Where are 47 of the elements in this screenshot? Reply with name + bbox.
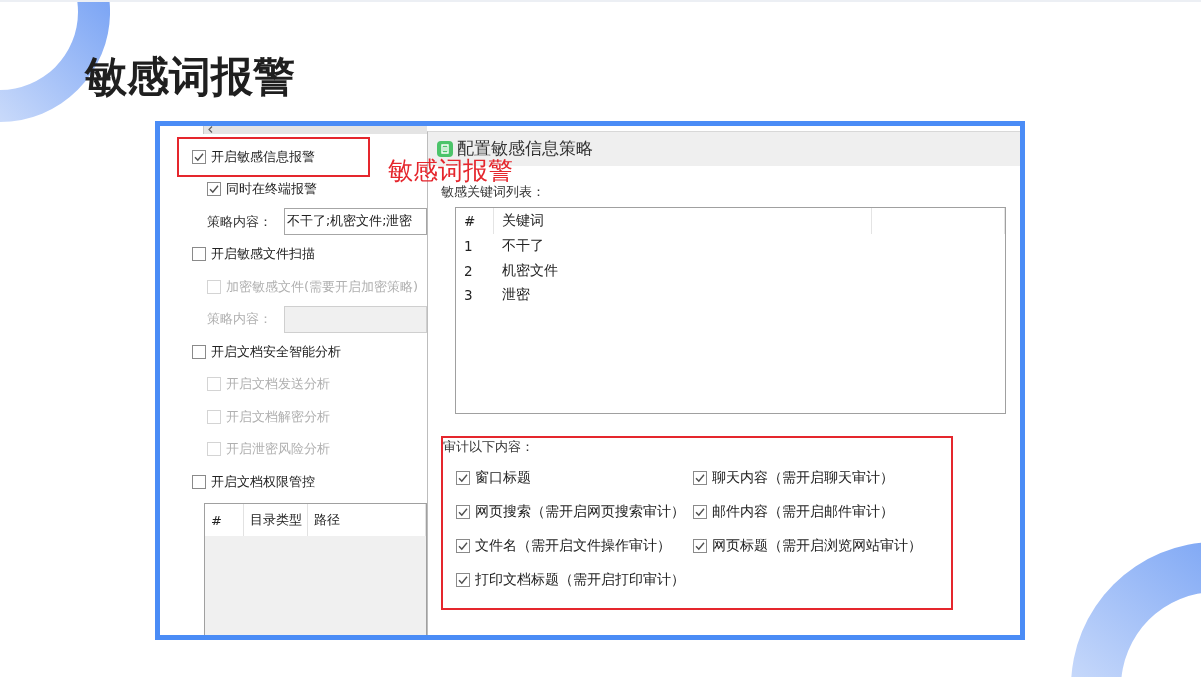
checkbox[interactable] <box>456 505 470 519</box>
checkbox[interactable] <box>192 149 206 164</box>
page-title: 敏感词报警 <box>85 52 295 102</box>
checkbox-label: 开启文档安全智能分析 <box>211 342 341 361</box>
table-cell-text: 不干了 <box>501 236 545 256</box>
column-header[interactable]: 关键词 <box>494 208 872 234</box>
checkbox-label: 邮件内容（需开启邮件审计） <box>712 503 894 521</box>
scrollbar[interactable] <box>203 126 427 134</box>
section-label: 审计以下内容： <box>443 439 534 455</box>
table-cell-text: 2 <box>463 261 474 281</box>
checkbox[interactable] <box>693 471 707 485</box>
checkbox[interactable] <box>693 539 707 553</box>
checkbox[interactable] <box>456 573 470 587</box>
checkbox[interactable] <box>456 539 470 553</box>
section-label: 敏感关键词列表： <box>441 184 545 200</box>
checkbox[interactable] <box>456 471 470 485</box>
checkbox-label: 加密敏感文件(需要开启加密策略) <box>226 277 419 296</box>
checkbox-label: 开启文档发送分析 <box>226 375 330 394</box>
table-cell-text: 1 <box>463 237 474 257</box>
checkbox-label: 开启文档权限管控 <box>211 472 315 491</box>
checkbox-label: 开启敏感文件扫描 <box>211 245 315 264</box>
arrow-left-icon[interactable] <box>208 126 213 134</box>
checkbox-label: 开启文档解密分析 <box>226 407 330 426</box>
checkbox-label: 网页搜索（需开启网页搜索审计） <box>475 503 685 521</box>
checkbox[interactable] <box>693 505 707 519</box>
field-label: 策略内容： <box>207 310 273 329</box>
column-header[interactable]: # <box>456 208 494 234</box>
dialog-title: 配置敏感信息策略 <box>457 140 593 158</box>
table-cell-text: 泄密 <box>501 285 531 305</box>
table-cell-text: 机密文件 <box>501 260 559 280</box>
checkbox[interactable] <box>207 182 221 197</box>
checkbox-label: 文件名（需开启文件操作审计） <box>475 537 671 555</box>
table-cell-text: 3 <box>463 286 474 306</box>
checkbox[interactable] <box>192 247 206 262</box>
checkbox-label: 同时在终端报警 <box>226 180 317 199</box>
field-label: 策略内容： <box>207 212 273 231</box>
checkbox[interactable] <box>192 474 206 489</box>
checkbox-label: 窗口标题 <box>475 469 531 487</box>
checkbox-label: 开启敏感信息报警 <box>211 147 315 166</box>
annotation-label: 敏感词报警 <box>388 158 513 183</box>
app-icon <box>437 141 453 157</box>
checkbox-label: 网页标题（需开启浏览网站审计） <box>712 537 922 555</box>
checkbox-label: 打印文档标题（需开启打印审计） <box>475 571 685 589</box>
checkbox-label: 聊天内容（需开启聊天审计） <box>712 469 894 487</box>
checkbox[interactable] <box>192 344 206 359</box>
checkbox-label: 开启泄密风险分析 <box>226 440 330 459</box>
text-field[interactable]: 不干了;机密文件;泄密 <box>284 208 427 236</box>
